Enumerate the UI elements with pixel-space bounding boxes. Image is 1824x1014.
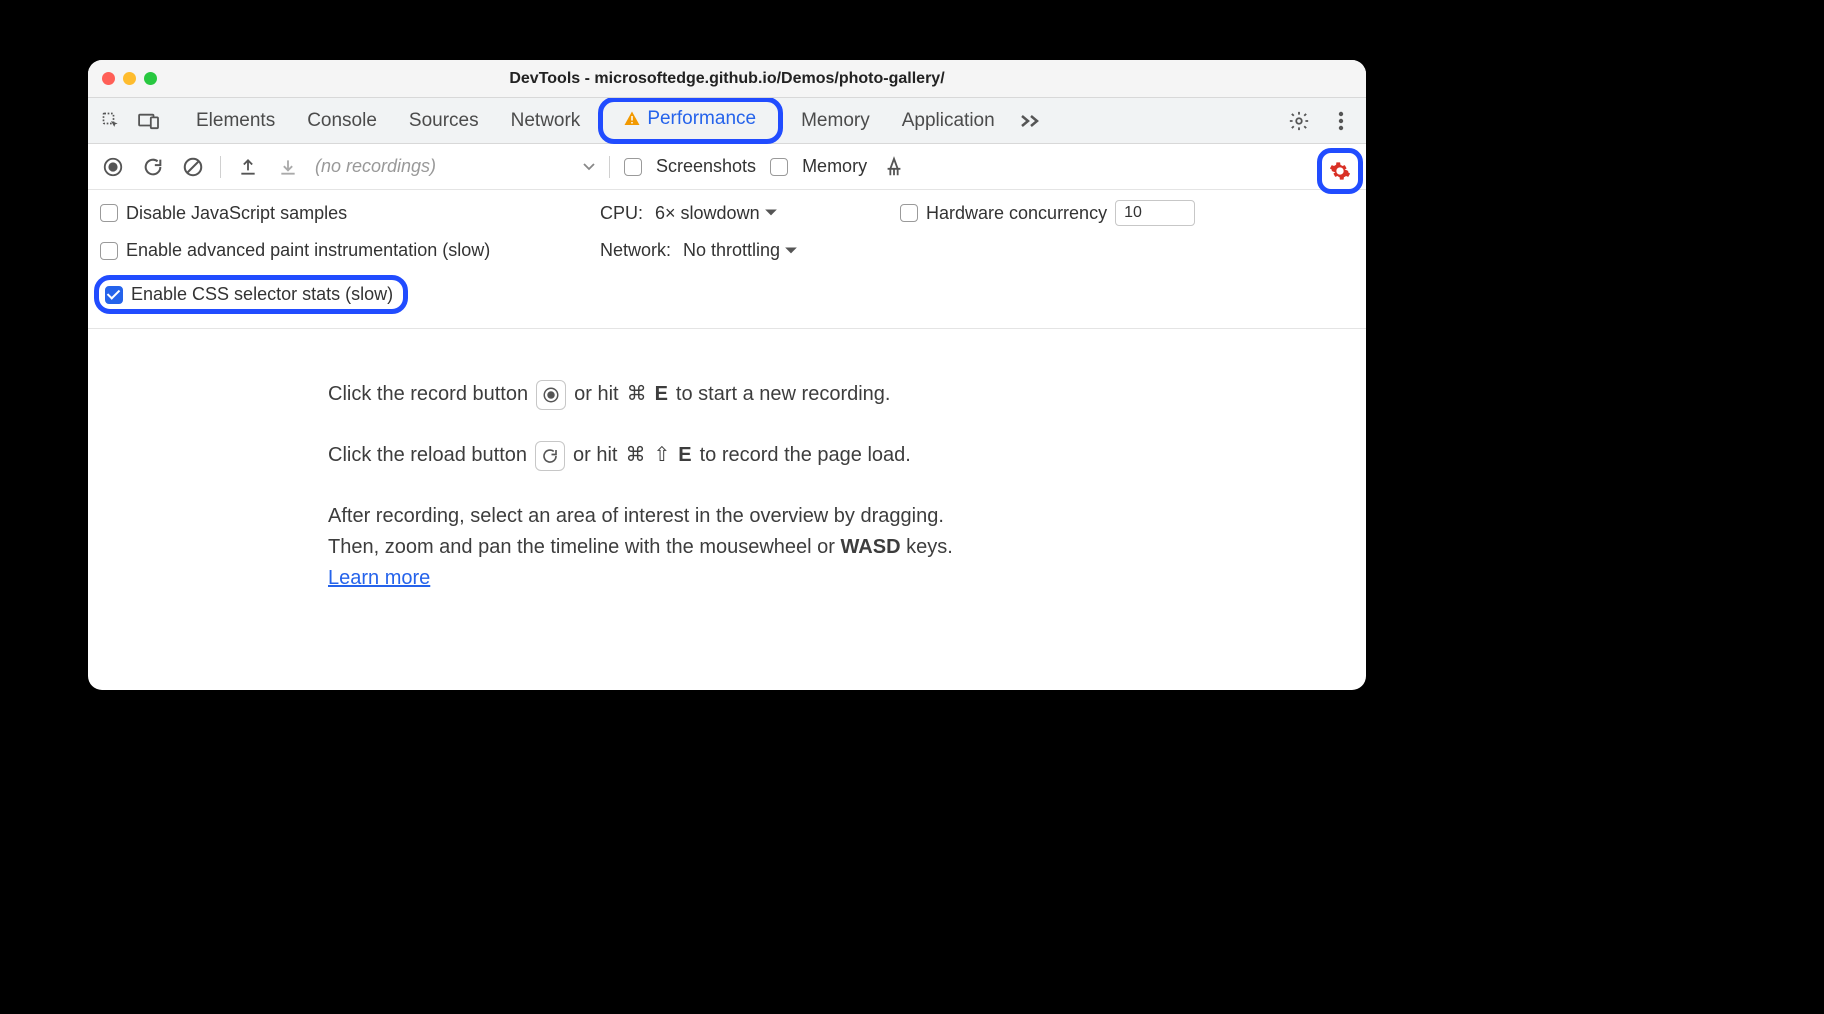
device-mode-icon[interactable] bbox=[134, 106, 164, 136]
text: Click the record button bbox=[328, 379, 528, 410]
kbd-cmd: ⌘ bbox=[625, 440, 645, 471]
disable-js-label: Disable JavaScript samples bbox=[126, 203, 347, 224]
text: or hit bbox=[574, 379, 618, 410]
capture-settings-button[interactable] bbox=[1327, 158, 1353, 184]
recordings-dropdown[interactable]: (no recordings) bbox=[315, 156, 595, 177]
css-stats-label: Enable CSS selector stats (slow) bbox=[131, 284, 393, 305]
cpu-label: CPU: bbox=[600, 203, 643, 224]
clear-button[interactable] bbox=[180, 154, 206, 180]
text: After recording, select an area of inter… bbox=[328, 501, 1088, 532]
settings-icon[interactable] bbox=[1284, 106, 1314, 136]
record-button[interactable] bbox=[100, 154, 126, 180]
screenshots-label: Screenshots bbox=[656, 156, 756, 177]
separator bbox=[609, 156, 610, 178]
net-label: Network: bbox=[600, 240, 671, 261]
learn-more-link[interactable]: Learn more bbox=[328, 567, 430, 589]
text: to start a new recording. bbox=[676, 379, 891, 410]
kbd-e: E bbox=[678, 440, 691, 471]
warning-icon bbox=[623, 110, 641, 128]
devtools-window: DevTools - microsoftedge.github.io/Demos… bbox=[88, 60, 1366, 690]
css-selector-stats-highlight: Enable CSS selector stats (slow) bbox=[94, 275, 408, 314]
network-throttle-row: Network: No throttling bbox=[600, 240, 900, 261]
paint-instrumentation-checkbox[interactable]: Enable advanced paint instrumentation (s… bbox=[100, 240, 600, 261]
wasd: WASD bbox=[841, 536, 901, 558]
traffic-lights bbox=[102, 72, 157, 85]
tab-sources[interactable]: Sources bbox=[395, 104, 493, 138]
perf-toolbar: (no recordings) Screenshots Memory bbox=[88, 144, 1366, 190]
checkbox-icon bbox=[624, 158, 642, 176]
more-tabs-icon[interactable] bbox=[1015, 106, 1045, 136]
garbage-collect-icon[interactable] bbox=[881, 154, 907, 180]
checkbox-checked-icon bbox=[105, 286, 123, 304]
text: to record the page load. bbox=[700, 440, 911, 471]
cpu-throttle-dropdown[interactable]: 6× slowdown bbox=[651, 203, 782, 224]
chevron-down-icon bbox=[583, 163, 595, 171]
capture-settings-panel: Disable JavaScript samples CPU: 6× slowd… bbox=[88, 190, 1366, 329]
memory-checkbox[interactable]: Memory bbox=[770, 156, 867, 177]
titlebar: DevTools - microsoftedge.github.io/Demos… bbox=[88, 60, 1366, 98]
tab-elements[interactable]: Elements bbox=[182, 104, 289, 138]
separator bbox=[220, 156, 221, 178]
tab-performance-highlight: Performance bbox=[598, 97, 783, 144]
hw-input[interactable]: 10 bbox=[1115, 200, 1195, 226]
tab-application[interactable]: Application bbox=[888, 104, 1009, 138]
chevron-down-icon bbox=[784, 246, 798, 256]
empty-state: Click the record button or hit ⌘ E to st… bbox=[88, 329, 1366, 690]
cpu-throttle-row: CPU: 6× slowdown bbox=[600, 203, 900, 224]
upload-button[interactable] bbox=[235, 154, 261, 180]
capture-settings-highlight bbox=[1317, 148, 1363, 194]
memory-label: Memory bbox=[802, 156, 867, 177]
download-button[interactable] bbox=[275, 154, 301, 180]
record-hint-button[interactable] bbox=[536, 380, 566, 410]
reload-button[interactable] bbox=[140, 154, 166, 180]
tab-console[interactable]: Console bbox=[293, 104, 391, 138]
checkbox-icon bbox=[100, 204, 118, 222]
kbd-cmd: ⌘ bbox=[627, 379, 647, 410]
tabbar: Elements Console Sources Network Perform… bbox=[88, 98, 1366, 144]
hw-concurrency-row[interactable]: Hardware concurrency 10 bbox=[900, 200, 1366, 226]
minimize-button[interactable] bbox=[123, 72, 136, 85]
text: Click the reload button bbox=[328, 440, 527, 471]
kebab-menu-icon[interactable] bbox=[1326, 106, 1356, 136]
checkbox-icon bbox=[100, 242, 118, 260]
hint-reload: Click the reload button or hit ⌘ ⇧ E to … bbox=[328, 440, 1346, 471]
checkbox-icon bbox=[770, 158, 788, 176]
network-throttle-dropdown[interactable]: No throttling bbox=[679, 240, 802, 261]
kbd-e: E bbox=[655, 379, 668, 410]
window-title: DevTools - microsoftedge.github.io/Demos… bbox=[88, 70, 1366, 88]
cpu-value: 6× slowdown bbox=[655, 203, 760, 224]
tab-performance[interactable]: Performance bbox=[609, 102, 770, 136]
maximize-button[interactable] bbox=[144, 72, 157, 85]
hint-paragraph: After recording, select an area of inter… bbox=[328, 501, 1088, 594]
hint-record: Click the record button or hit ⌘ E to st… bbox=[328, 379, 1346, 410]
chevron-down-icon bbox=[764, 208, 778, 218]
checkbox-icon bbox=[900, 204, 918, 222]
hw-label: Hardware concurrency bbox=[926, 203, 1107, 224]
text: Then, zoom and pan the timeline with the… bbox=[328, 532, 1088, 563]
tab-performance-label: Performance bbox=[647, 108, 756, 130]
inspect-icon[interactable] bbox=[96, 106, 126, 136]
disable-js-checkbox[interactable]: Disable JavaScript samples bbox=[100, 203, 600, 224]
recordings-placeholder: (no recordings) bbox=[315, 156, 436, 177]
css-selector-stats-checkbox[interactable]: Enable CSS selector stats (slow) bbox=[105, 284, 393, 305]
reload-hint-button[interactable] bbox=[535, 441, 565, 471]
screenshots-checkbox[interactable]: Screenshots bbox=[624, 156, 756, 177]
text: or hit bbox=[573, 440, 617, 471]
tab-network[interactable]: Network bbox=[497, 104, 595, 138]
paint-label: Enable advanced paint instrumentation (s… bbox=[126, 240, 490, 261]
tab-memory[interactable]: Memory bbox=[787, 104, 884, 138]
kbd-shift: ⇧ bbox=[653, 440, 670, 471]
net-value: No throttling bbox=[683, 240, 780, 261]
close-button[interactable] bbox=[102, 72, 115, 85]
